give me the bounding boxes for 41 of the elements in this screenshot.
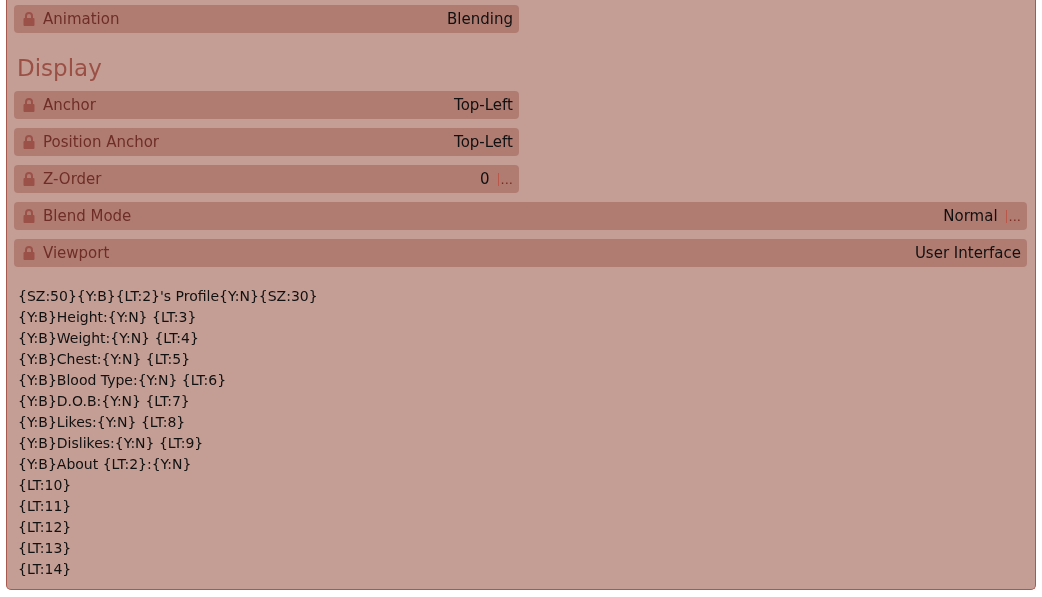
text-line: {LT:12} <box>18 518 73 537</box>
property-row[interactable]: Z-Order 0 ... <box>14 165 519 193</box>
property-label: Position Anchor <box>43 131 160 153</box>
property-label: Blend Mode <box>43 205 132 227</box>
text-line: {LT:13} <box>18 539 73 558</box>
text-line: {Y:B}Dislikes:{Y:N} {LT:9} <box>18 434 205 453</box>
text-line: {Y:B}Blood Type:{Y:N} {LT:6} <box>18 371 228 390</box>
property-label: Viewport <box>43 242 110 264</box>
more-button[interactable]: ... <box>1005 209 1021 223</box>
text-line: {Y:B}Likes:{Y:N} {LT:8} <box>18 413 187 432</box>
property-value: Top-Left <box>454 131 513 153</box>
property-row[interactable]: Animation Blending <box>14 5 519 33</box>
text-line: {LT:10} <box>18 476 73 495</box>
lock-icon <box>23 172 35 186</box>
text-line: {Y:B}Weight:{Y:N} {LT:4} <box>18 329 200 348</box>
text-line: {SZ:50}{Y:B}{LT:2}'s Profile{Y:N}{SZ:30} <box>18 287 319 306</box>
text-line: {LT:14} <box>18 560 73 579</box>
property-value: 0 <box>480 168 490 190</box>
property-row[interactable]: Blend Mode Normal ... <box>14 202 1027 230</box>
text-line: {Y:B}Chest:{Y:N} {LT:5} <box>18 350 192 369</box>
lock-icon <box>23 209 35 223</box>
section-heading: Display <box>16 54 103 83</box>
property-row[interactable]: Viewport User Interface <box>14 239 1027 267</box>
property-value: Blending <box>447 8 513 30</box>
lock-icon <box>23 98 35 112</box>
property-value: User Interface <box>914 242 1021 264</box>
property-label: Animation <box>43 8 120 30</box>
text-line: {Y:B}Height:{Y:N} {LT:3} <box>18 308 198 327</box>
text-line: {Y:B}D.O.B:{Y:N} {LT:7} <box>18 392 191 411</box>
lock-icon <box>23 246 35 260</box>
property-value: Normal <box>943 205 998 227</box>
property-label: Z-Order <box>43 168 102 190</box>
lock-icon <box>23 135 35 149</box>
property-row[interactable]: Position Anchor Top-Left <box>14 128 519 156</box>
property-row[interactable]: Anchor Top-Left <box>14 91 519 119</box>
more-button[interactable]: ... <box>497 172 513 186</box>
property-label: Anchor <box>43 94 96 116</box>
text-line: {Y:B}About {LT:2}:{Y:N} <box>18 455 193 474</box>
property-value: Top-Left <box>454 94 513 116</box>
text-line: {LT:11} <box>18 497 73 516</box>
lock-icon <box>23 12 35 26</box>
